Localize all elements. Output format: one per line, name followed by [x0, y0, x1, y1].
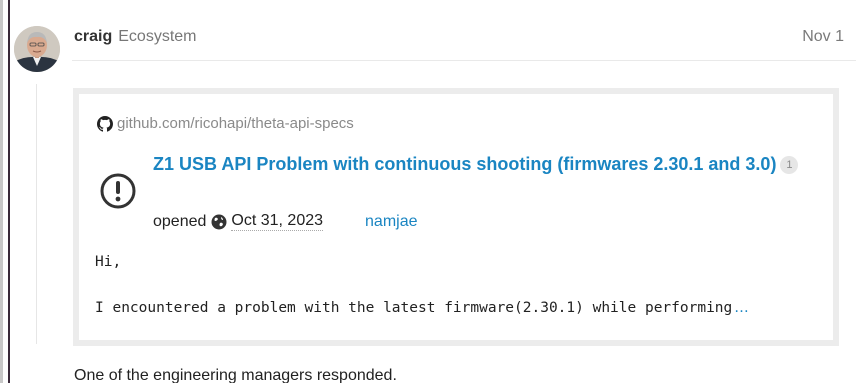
github-onebox: github.com/ricohapi/theta-api-specs Z1 U… — [73, 88, 839, 346]
issue-body-excerpt: I encountered a problem with the latest … — [95, 300, 749, 316]
category-badge[interactable]: Ecosystem — [118, 28, 196, 45]
issue-body-line: Hi, — [95, 254, 122, 270]
username-link[interactable]: craig — [74, 28, 112, 45]
opened-label: opened — [153, 212, 207, 230]
globe-icon — [206, 214, 231, 230]
avatar[interactable] — [14, 26, 60, 72]
issue-title: Z1 USB API Problem with continuous shoot… — [153, 152, 813, 176]
post-body-text: One of the engineering managers responde… — [74, 367, 397, 383]
issue-open-icon — [99, 172, 137, 210]
read-more-ellipsis[interactable]: … — [734, 300, 749, 316]
thread-accent-bar — [8, 0, 10, 383]
onebox-source-link[interactable]: github.com/ricohapi/theta-api-specs — [117, 115, 354, 132]
post-meta: craig Ecosystem — [74, 28, 197, 46]
onebox-source[interactable]: github.com/ricohapi/theta-api-specs — [97, 115, 354, 132]
forum-post-page: craig Ecosystem Nov 1 github.com/ricohapi… — [0, 0, 856, 383]
post-divider — [72, 60, 856, 61]
issue-opened-row: opened Oct 31, 2023 namjae — [153, 212, 418, 231]
issue-date: Oct 31, 2023 — [231, 212, 324, 231]
issue-author-link[interactable]: namjae — [365, 213, 417, 231]
comment-count-badge: 1 — [780, 156, 799, 174]
post-date[interactable]: Nov 1 — [802, 28, 844, 46]
issue-body-text: I encountered a problem with the latest … — [95, 300, 733, 316]
thread-line — [36, 84, 37, 344]
github-icon — [97, 115, 113, 132]
left-edge — [0, 0, 3, 383]
issue-title-link[interactable]: Z1 USB API Problem with continuous shoot… — [153, 154, 776, 174]
